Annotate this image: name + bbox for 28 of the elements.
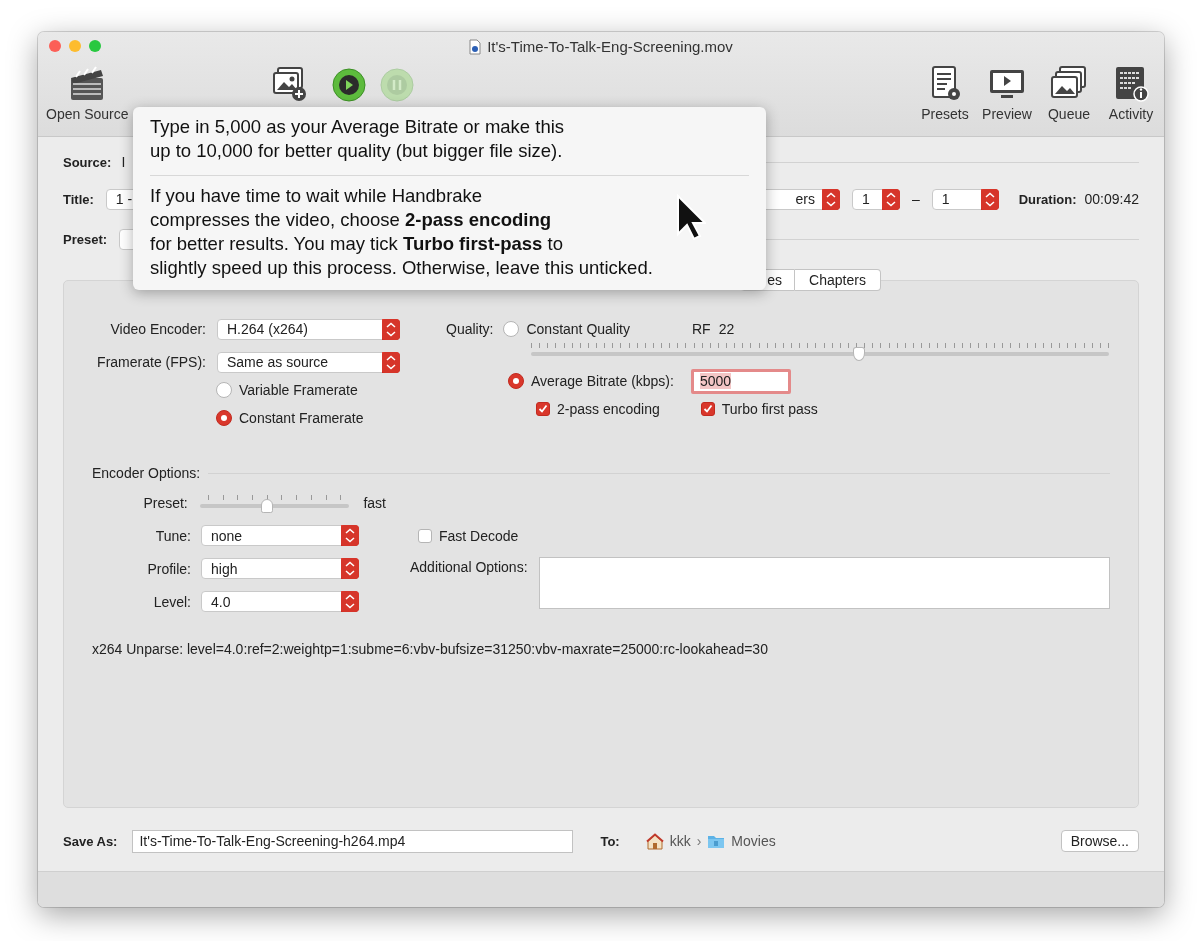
duration-value: 00:09:42 [1084,191,1139,207]
field-label: Video Encoder: [109,321,206,337]
path-item: Movies [731,833,776,849]
path-item: kkk [669,833,691,849]
field-label: Save As: [63,833,118,849]
field-label: Source: [63,154,112,170]
field-label: Additional Options: [410,559,528,575]
field-label: Quality: [446,321,494,337]
rf-label: RF [691,321,711,337]
duration-label: Duration: [1018,191,1077,207]
field-label: Level: [152,593,191,610]
path-separator: › [696,833,702,849]
field-label: Preset: [142,494,188,511]
field-label: Profile: [146,560,191,577]
field-label: Preset: [63,231,108,247]
unparse-text: x264 Unparse: level=4.0:ref=2:weightp=1:subme=6:vbv-bufsize=31250:vbv-maxrate=25000:rc-lookahead=30 [92,641,769,657]
section-title: Encoder Options: [92,465,201,481]
tooltip-text: Type in 5,000 as your Average Bitrate or make this up to 10,000 for better quality (but bigger file size). [150,115,565,163]
tooltip-text: If you have time to wait while Handbrake compresses the video, choose 2-pass encoding for better results. You may tick Turbo first-pass to slightly speed up this process. Otherwise, leave this unticked. [150,184,653,280]
field-label: Framerate (FPS): [96,354,206,370]
range-separator: – [911,191,920,207]
window-title: It's-Time-To-Talk-Eng-Screening.mov [487,38,733,55]
field-label: Tune: [154,527,191,544]
preset-value: fast [363,494,386,511]
source-value: I [121,154,126,170]
rf-value: 22 [718,321,735,337]
field-label: Title: [63,191,94,207]
field-label: To: [600,833,620,849]
